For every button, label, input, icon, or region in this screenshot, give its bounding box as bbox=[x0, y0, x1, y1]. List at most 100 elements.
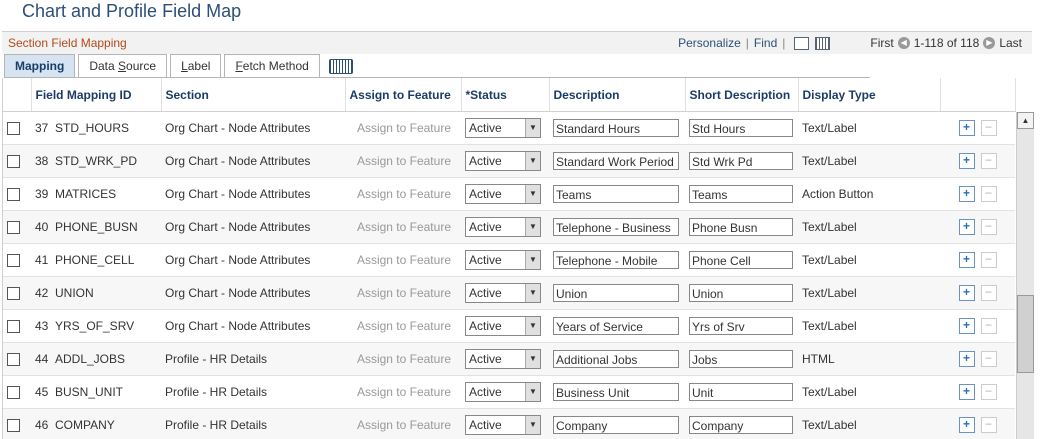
download-icon[interactable] bbox=[815, 36, 831, 50]
add-row-icon[interactable]: + bbox=[958, 318, 975, 334]
delete-row-icon[interactable]: − bbox=[980, 318, 997, 334]
add-row-icon[interactable]: + bbox=[958, 384, 975, 400]
row-checkbox[interactable] bbox=[7, 353, 20, 367]
status-value: Active bbox=[469, 286, 502, 300]
row-checkbox[interactable] bbox=[7, 188, 20, 202]
view-all-icon[interactable] bbox=[794, 36, 810, 50]
assign-to-feature-link: Assign to Feature bbox=[345, 342, 461, 376]
short-description-input[interactable]: Phone Cell bbox=[689, 251, 793, 269]
tab-label[interactable]: Label bbox=[170, 54, 222, 77]
row-checkbox[interactable] bbox=[7, 287, 20, 301]
description-input[interactable]: Business Unit bbox=[553, 383, 679, 401]
description-input[interactable]: Years of Service bbox=[553, 317, 679, 335]
row-checkbox[interactable] bbox=[7, 254, 20, 268]
description-input[interactable]: Company bbox=[553, 416, 679, 434]
row-checkbox[interactable] bbox=[7, 221, 20, 235]
add-row-icon[interactable]: + bbox=[958, 153, 975, 169]
delete-row-icon[interactable]: − bbox=[980, 351, 997, 367]
short-description-input[interactable]: Yrs of Srv bbox=[689, 317, 793, 335]
delete-row-icon[interactable]: − bbox=[980, 285, 997, 301]
tab-fetch-method[interactable]: Fetch Method bbox=[224, 54, 320, 77]
row-checkbox[interactable] bbox=[7, 386, 20, 400]
select-cell bbox=[3, 210, 31, 244]
separator: | bbox=[782, 36, 786, 50]
row-actions: + − bbox=[940, 276, 1015, 310]
add-row-icon[interactable]: + bbox=[958, 417, 975, 433]
row-actions: + − bbox=[940, 177, 1015, 211]
actions-column-header bbox=[940, 78, 1016, 112]
tab-mapping[interactable]: Mapping bbox=[4, 54, 76, 77]
status-select[interactable]: Active ▼ bbox=[465, 118, 541, 138]
table-row: 45 BUSN_UNIT Profile - HR Details Assign to… bbox=[3, 375, 1015, 409]
add-row-icon[interactable]: + bbox=[958, 219, 975, 235]
short-description-input[interactable]: Std Hours bbox=[689, 119, 793, 137]
scroll-thumb[interactable] bbox=[1017, 295, 1034, 373]
status-select[interactable]: Active ▼ bbox=[465, 349, 541, 369]
assign-to-feature-link: Assign to Feature bbox=[345, 375, 461, 409]
description-input[interactable]: Standard Work Period bbox=[553, 152, 679, 170]
column-header-section[interactable]: Section bbox=[161, 78, 346, 112]
scroll-up-icon[interactable]: ▲ bbox=[1017, 112, 1034, 129]
status-select[interactable]: Active ▼ bbox=[465, 151, 541, 171]
column-header-short-description[interactable]: Short Description bbox=[685, 78, 799, 112]
delete-row-icon[interactable]: − bbox=[980, 120, 997, 136]
status-select[interactable]: Active ▼ bbox=[465, 415, 541, 435]
description-input[interactable]: Additional Jobs bbox=[553, 350, 679, 368]
delete-row-icon[interactable]: − bbox=[980, 384, 997, 400]
personalize-link[interactable]: Personalize bbox=[678, 36, 741, 50]
description-input[interactable]: Telephone - Business bbox=[553, 218, 679, 236]
short-description-input[interactable]: Std Wrk Pd bbox=[689, 152, 793, 170]
add-row-icon[interactable]: + bbox=[958, 285, 975, 301]
column-header-assign[interactable]: Assign to Feature bbox=[345, 78, 462, 112]
status-select[interactable]: Active ▼ bbox=[465, 184, 541, 204]
column-header-status[interactable]: *Status bbox=[461, 78, 550, 112]
delete-row-icon[interactable]: − bbox=[980, 417, 997, 433]
table-row: 46 COMPANY Profile - HR Details Assign to F… bbox=[3, 408, 1015, 439]
short-description-input[interactable]: Jobs bbox=[689, 350, 793, 368]
row-checkbox[interactable] bbox=[7, 122, 20, 136]
status-cell: Active ▼ bbox=[461, 342, 549, 376]
chevron-down-icon: ▼ bbox=[525, 251, 540, 269]
add-row-icon[interactable]: + bbox=[958, 186, 975, 202]
delete-row-icon[interactable]: − bbox=[980, 153, 997, 169]
short-description-input[interactable]: Unit bbox=[689, 383, 793, 401]
status-select[interactable]: Active ▼ bbox=[465, 250, 541, 270]
row-checkbox[interactable] bbox=[7, 419, 20, 433]
add-row-icon[interactable]: + bbox=[958, 252, 975, 268]
previous-icon[interactable]: ◀ bbox=[897, 37, 910, 49]
status-select[interactable]: Active ▼ bbox=[465, 382, 541, 402]
short-description-input[interactable]: Company bbox=[689, 416, 793, 434]
tab-data-source[interactable]: Data Source bbox=[78, 54, 168, 77]
delete-row-icon[interactable]: − bbox=[980, 252, 997, 268]
next-icon[interactable]: ▶ bbox=[983, 37, 996, 49]
show-all-columns-icon[interactable] bbox=[328, 59, 353, 74]
short-description-input[interactable]: Teams bbox=[689, 185, 793, 203]
status-value: Active bbox=[469, 385, 502, 399]
section-value: Org Chart - Node Attributes bbox=[161, 276, 345, 310]
status-select[interactable]: Active ▼ bbox=[465, 283, 541, 303]
row-checkbox[interactable] bbox=[7, 155, 20, 169]
vertical-scrollbar[interactable]: ▲ bbox=[1016, 112, 1034, 439]
delete-row-icon[interactable]: − bbox=[980, 219, 997, 235]
assign-to-feature-link: Assign to Feature bbox=[345, 408, 461, 439]
description-input[interactable]: Teams bbox=[553, 185, 679, 203]
column-header-display-type[interactable]: Display Type bbox=[798, 78, 941, 112]
column-header-description[interactable]: Description bbox=[549, 78, 686, 112]
select-cell bbox=[3, 111, 31, 145]
add-row-icon[interactable]: + bbox=[958, 351, 975, 367]
find-link[interactable]: Find bbox=[754, 36, 777, 50]
row-checkbox[interactable] bbox=[7, 320, 20, 334]
tab-label: Data Source bbox=[89, 59, 157, 73]
description-input[interactable]: Standard Hours bbox=[553, 119, 679, 137]
description-input[interactable]: Union bbox=[553, 284, 679, 302]
status-value: Active bbox=[469, 253, 502, 267]
description-input[interactable]: Telephone - Mobile bbox=[553, 251, 679, 269]
add-row-icon[interactable]: + bbox=[958, 120, 975, 136]
delete-row-icon[interactable]: − bbox=[980, 186, 997, 202]
section-value: Org Chart - Node Attributes bbox=[161, 177, 345, 211]
status-select[interactable]: Active ▼ bbox=[465, 217, 541, 237]
short-description-input[interactable]: Union bbox=[689, 284, 793, 302]
short-description-input[interactable]: Phone Busn bbox=[689, 218, 793, 236]
column-header-field-mapping-id[interactable]: Field Mapping ID bbox=[31, 78, 162, 112]
status-select[interactable]: Active ▼ bbox=[465, 316, 541, 336]
